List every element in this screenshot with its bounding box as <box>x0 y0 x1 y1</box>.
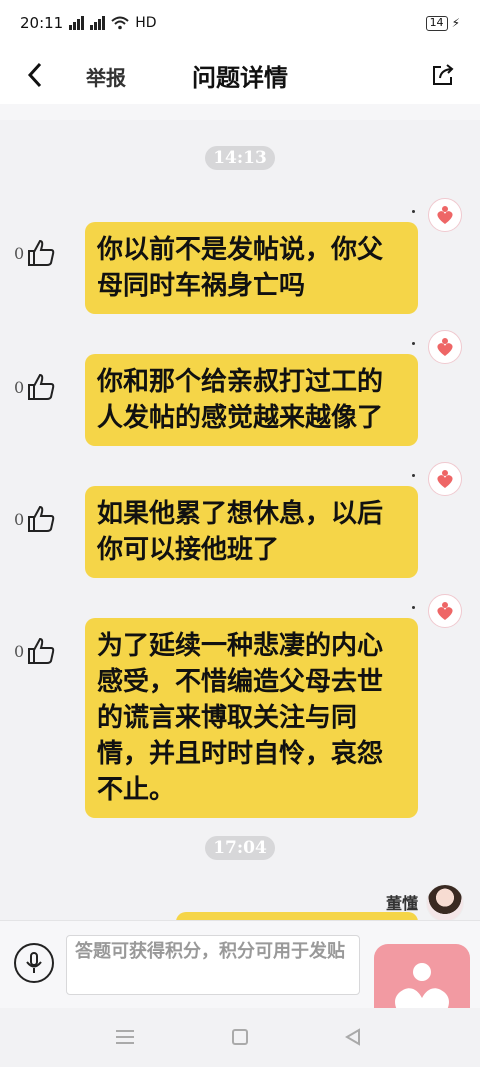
like-button[interactable]: 0 <box>14 636 56 666</box>
avatar[interactable] <box>428 594 462 628</box>
heart-icon <box>437 602 453 620</box>
thumbs-up-icon <box>28 637 55 664</box>
avatar[interactable] <box>428 462 462 496</box>
voice-button[interactable] <box>14 943 54 983</box>
message-bubble[interactable]: 如果他累了想休息，以后你可以接他班了 <box>85 486 418 578</box>
network-label: HD <box>135 15 157 31</box>
like-count: 0 <box>14 509 25 529</box>
wifi-icon <box>111 16 129 30</box>
menu-icon[interactable] <box>116 1030 134 1044</box>
status-time: 20:11 <box>20 14 64 32</box>
message-bubble[interactable]: 你以前不是发帖说，你父母同时车祸身亡吗 <box>85 222 418 314</box>
heart-icon <box>437 206 453 224</box>
back-triangle-icon[interactable] <box>344 1028 362 1046</box>
thumbs-up-icon <box>28 239 55 266</box>
dot <box>412 342 415 345</box>
user-name: 董懂 <box>385 894 418 913</box>
avatar[interactable] <box>428 330 462 364</box>
thumbs-up-icon <box>28 373 55 400</box>
like-count: 0 <box>14 641 25 661</box>
dot <box>412 606 415 609</box>
battery-icon: 14 <box>425 15 448 31</box>
heart-icon <box>437 338 453 356</box>
share-icon <box>433 64 454 85</box>
timestamp-pill: 17:04 <box>0 836 480 860</box>
user-avatar[interactable] <box>426 884 464 920</box>
system-nav-bar <box>0 1008 480 1067</box>
like-button[interactable]: 0 <box>14 238 56 268</box>
like-count: 0 <box>14 243 25 263</box>
like-button[interactable]: 0 <box>14 504 56 534</box>
answer-input[interactable]: 答题可获得积分，积分可用于发贴 <box>66 935 360 995</box>
chat-area[interactable]: 14:13 0 你以前不是发帖说，你父母同时车祸身亡吗 0 你和那个给亲叔打过工… <box>0 120 480 920</box>
timestamp-pill: 14:13 <box>0 146 480 170</box>
dot <box>412 210 415 213</box>
like-count: 0 <box>14 377 25 397</box>
avatar[interactable] <box>428 198 462 232</box>
like-button[interactable]: 0 <box>14 372 56 402</box>
charging-icon: ⚡ <box>451 16 460 30</box>
signal-icon-2 <box>90 16 106 30</box>
heart-icon <box>437 470 453 488</box>
status-bar: 20:11 HD 14 ⚡ <box>0 0 480 46</box>
share-button[interactable] <box>426 58 460 92</box>
microphone-icon <box>26 952 42 973</box>
page-title: 问题详情 <box>192 63 288 92</box>
header: 举报 问题详情 <box>0 46 480 104</box>
message-bubble[interactable]: 为了延续一种悲凄的内心感受，不惜编造父母去世的谎言来博取关注与同情，并且时时自怜… <box>85 618 418 818</box>
header-divider <box>0 104 480 120</box>
signal-icon <box>69 16 85 30</box>
thumbs-up-icon <box>28 505 55 532</box>
home-icon[interactable] <box>232 1029 248 1045</box>
message-bubble[interactable]: 你和那个给亲叔打过工的人发帖的感觉越来越像了 <box>85 354 418 446</box>
dot <box>412 474 415 477</box>
message-bubble-partial[interactable] <box>176 912 418 920</box>
